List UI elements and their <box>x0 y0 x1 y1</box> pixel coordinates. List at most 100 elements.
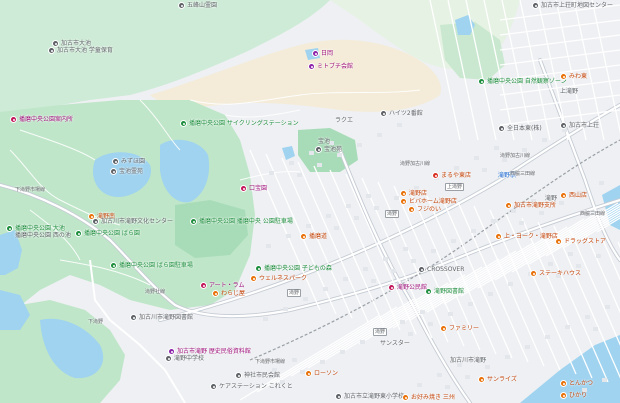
place-label[interactable]: 西山店 <box>569 192 587 199</box>
map-pin-icon[interactable] <box>308 63 315 70</box>
place-label[interactable]: 滝野店 <box>409 190 427 197</box>
place-label[interactable]: 播磨中央公園 サイクリングステーション <box>189 120 299 127</box>
map-pin-icon[interactable] <box>92 218 99 225</box>
map-pin-icon[interactable] <box>505 202 512 209</box>
place-label[interactable]: 滝野中学校 <box>174 355 204 362</box>
map-pin-icon[interactable] <box>240 185 247 192</box>
place-label[interactable]: 神社市民会館 <box>244 372 280 379</box>
place-label[interactable]: ステーキハウス <box>539 270 581 277</box>
place-label[interactable]: お好み焼き 三州 <box>411 394 455 401</box>
map-pin-icon[interactable] <box>560 380 567 387</box>
place-label[interactable]: 全日本東(株) <box>507 125 542 132</box>
map-pin-icon[interactable] <box>495 233 502 240</box>
place-label[interactable]: サンライズ <box>487 376 517 383</box>
place-label[interactable]: ウェルネスパーク <box>259 275 307 282</box>
map-pin-icon[interactable] <box>315 146 322 153</box>
place-label[interactable]: 播磨中央公園 西の池 <box>15 232 71 239</box>
place-label[interactable]: 滝野図書館 <box>434 288 464 295</box>
place-label[interactable]: 滝野 <box>545 195 557 202</box>
place-label[interactable]: 加古市上荘 <box>569 122 599 129</box>
map-pin-icon[interactable] <box>255 265 262 272</box>
place-label[interactable]: 播磨中央公園 ばら園 <box>84 230 140 237</box>
map-pin-icon[interactable] <box>402 394 409 401</box>
place-label[interactable]: ビバホーム滝野店 <box>409 198 457 205</box>
place-label[interactable]: 加古川市滝野文化センター <box>101 218 173 225</box>
map-pin-icon[interactable] <box>210 383 217 390</box>
map-pin-icon[interactable] <box>530 270 537 277</box>
map-pin-icon[interactable] <box>335 393 342 400</box>
map-pin-icon[interactable] <box>532 2 539 9</box>
place-label[interactable]: 加古川市滝野図書館 <box>139 314 193 321</box>
place-label[interactable]: 加古市大池 <box>61 40 91 47</box>
place-label[interactable]: 上滝野 <box>560 88 578 95</box>
map-pin-icon[interactable] <box>110 168 117 175</box>
place-label[interactable]: 播磨中央公園 自然観察ゾーン <box>487 78 567 85</box>
place-label[interactable]: 宝池苑 <box>324 146 342 153</box>
map-pin-icon[interactable] <box>560 122 567 129</box>
map-pin-icon[interactable] <box>165 355 172 362</box>
place-label[interactable]: フジのい <box>417 206 441 213</box>
place-label[interactable]: とんかつ <box>569 380 593 387</box>
map-pin-icon[interactable] <box>212 290 219 297</box>
place-label[interactable]: みずほ園 <box>121 158 145 165</box>
place-label[interactable]: 播磨中央公園 大池 <box>15 225 65 232</box>
map-pin-icon[interactable] <box>75 230 82 237</box>
place-label[interactable]: 加古川市滝野 <box>450 357 486 364</box>
map-pin-icon[interactable] <box>305 370 312 377</box>
place-label[interactable]: 加古市滝野 歴史民俗資料館 <box>177 348 251 355</box>
map-pin-icon[interactable] <box>235 372 242 379</box>
map-pin-icon[interactable] <box>190 218 197 225</box>
place-label[interactable]: ひかり <box>569 392 587 399</box>
map-pin-icon[interactable] <box>478 376 485 383</box>
map-pin-icon[interactable] <box>560 73 567 80</box>
map-pin-icon[interactable] <box>312 50 319 57</box>
place-label[interactable]: ラクエ <box>335 117 353 124</box>
place-label[interactable]: わらじ屋 <box>221 290 245 297</box>
place-label[interactable]: 口宝園 <box>249 185 267 192</box>
place-label[interactable]: 加古市大池 学童保育 <box>57 47 113 54</box>
map-pin-icon[interactable] <box>200 282 207 289</box>
place-label[interactable]: CROSSOVER <box>427 266 464 273</box>
map-pin-icon[interactable] <box>48 47 55 54</box>
map-canvas[interactable]: 五峰山霊園 加古市上荘町地図センター加古市大池 加古市大池 学童保育 日岡ミトブチ会館… <box>0 0 620 403</box>
map-pin-icon[interactable] <box>418 266 425 273</box>
map-pin-icon[interactable] <box>560 392 567 399</box>
place-label[interactable]: 加古市立滝野東小学校 <box>344 393 404 400</box>
place-label[interactable]: 加古市滝野支所 <box>514 202 556 209</box>
place-label[interactable]: サンスター <box>380 340 410 347</box>
map-pin-icon[interactable] <box>300 233 307 240</box>
map-pin-icon[interactable] <box>498 125 505 132</box>
map-pin-icon[interactable] <box>380 110 387 117</box>
map-pin-icon[interactable] <box>10 116 17 123</box>
map-pin-icon[interactable] <box>400 190 407 197</box>
map-pin-icon[interactable] <box>388 284 395 291</box>
place-label[interactable]: 播磨中央公園 ばら園駐車場 <box>119 262 193 269</box>
place-label[interactable]: 播磨道 <box>309 233 327 240</box>
place-label[interactable]: みわ東 <box>569 73 587 80</box>
place-label[interactable]: 滝野公民館 <box>397 284 427 291</box>
map-pin-icon[interactable] <box>400 198 407 205</box>
map-pin-icon[interactable] <box>180 120 187 127</box>
map-pin-icon[interactable] <box>432 172 439 179</box>
map-pin-icon[interactable] <box>440 325 447 332</box>
place-label[interactable]: ケアステーション これくと <box>219 383 293 390</box>
map-pin-icon[interactable] <box>6 225 13 232</box>
place-label[interactable]: まるや東店 <box>441 172 471 179</box>
place-label[interactable]: アート・ラム <box>209 282 244 289</box>
place-label[interactable]: ドラッグストア <box>564 238 606 245</box>
place-label[interactable]: 加古市上荘町地図センター <box>541 2 613 9</box>
map-pin-icon[interactable] <box>112 158 119 165</box>
map-pin-icon[interactable] <box>408 206 415 213</box>
map-pin-icon[interactable] <box>560 192 567 199</box>
place-label[interactable]: 五峰山霊園 <box>187 2 217 9</box>
map-pin-icon[interactable] <box>168 348 175 355</box>
map-pin-icon[interactable] <box>250 275 257 282</box>
place-label[interactable]: 播磨中央公園 子どもの森 <box>264 265 332 272</box>
place-label[interactable]: ハイツ2番館 <box>389 110 423 117</box>
map-pin-icon[interactable] <box>110 262 117 269</box>
map-pin-icon[interactable] <box>52 40 59 47</box>
place-label[interactable]: 日岡 <box>321 50 333 57</box>
map-pin-icon[interactable] <box>130 314 137 321</box>
place-label[interactable]: 宝池 <box>318 138 330 145</box>
place-label[interactable]: ミトブチ会館 <box>317 63 353 70</box>
